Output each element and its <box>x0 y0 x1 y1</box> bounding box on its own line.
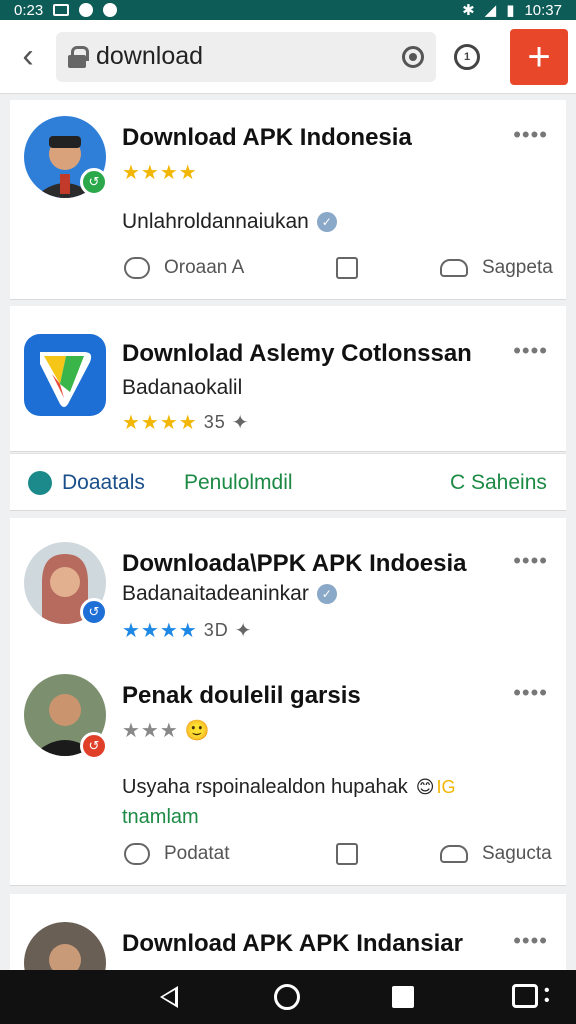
comment-label: Podatat <box>164 843 230 864</box>
tab-details[interactable]: Doaatals <box>28 471 145 495</box>
card-title[interactable]: Penak doulelil garsis <box>122 682 361 710</box>
star-rating: ★★★ <box>122 720 179 742</box>
more-options-icon[interactable]: •••• <box>513 122 548 148</box>
app-developer: Badanaokalil <box>122 376 243 399</box>
card-rating: ★★★ 🙂 <box>122 718 211 743</box>
verified-icon: ✓ <box>316 212 337 232</box>
card-title[interactable]: Download APK Indonesia <box>122 124 412 152</box>
add-button[interactable]: + <box>510 29 568 85</box>
status-time-right: 10:37 <box>524 1 562 19</box>
card-body-text: Unlahroldannaiukan <box>122 210 309 233</box>
share-icon <box>336 257 358 279</box>
like-label: Sagpeta <box>482 257 553 278</box>
tab-penulolmdil[interactable]: Penulolmdil <box>184 471 293 495</box>
app-notification-icon-2 <box>103 3 118 17</box>
search-query[interactable]: download <box>96 42 402 71</box>
back-arrow-icon[interactable]: ‹ <box>0 20 56 94</box>
navigation-bar: • • <box>0 970 576 1024</box>
more-options-icon[interactable]: •••• <box>513 680 548 706</box>
comment-action[interactable]: Oroaan A <box>124 257 244 279</box>
card-body: Unlahroldannaiukan ✓ <box>122 210 337 234</box>
share-icon <box>336 843 358 865</box>
tabs-counter-icon[interactable]: 1 <box>454 43 480 70</box>
like-action[interactable]: Sagucta <box>440 843 552 865</box>
verified-badge-icon: ↺ <box>80 598 108 626</box>
card-title[interactable]: Download APK APK Indansiar <box>122 930 463 958</box>
nav-recents-icon[interactable] <box>392 986 414 1008</box>
cloud-icon <box>440 259 468 277</box>
app-notification-icon <box>79 3 94 17</box>
card-subtitle-text: Badanaitadeaninkar <box>122 582 309 605</box>
add-star-icon[interactable]: ✦ <box>235 618 253 643</box>
result-card[interactable]: Download APK APK Indansiar •••• <box>10 894 566 1004</box>
card-body-text: Usyaha rspoinalealdon hupahak <box>122 776 408 798</box>
like-label: Sagucta <box>482 843 552 864</box>
add-star-icon[interactable]: ✦ <box>232 410 250 435</box>
top-bar: ‹ download 1 + <box>0 20 576 94</box>
nav-home-icon[interactable] <box>274 984 300 1010</box>
tab-saheins[interactable]: C Saheins <box>450 471 547 495</box>
chat-icon <box>28 471 52 495</box>
card-actions: Oroaan A Sagpeta <box>10 248 566 288</box>
verified-badge-icon: ↺ <box>80 732 108 760</box>
image-notification-icon <box>53 4 70 16</box>
star-rating: ★★★★ <box>122 412 198 434</box>
bluetooth-icon: ✱ <box>462 2 475 19</box>
search-input[interactable]: download <box>56 31 436 82</box>
rating-value: 3D <box>203 620 229 640</box>
record-icon[interactable] <box>402 45 424 68</box>
comment-label: Oroaan A <box>164 257 245 278</box>
body-suffix: IG <box>436 777 456 797</box>
share-action[interactable] <box>336 257 358 279</box>
share-action[interactable] <box>336 843 358 865</box>
app-rating: ★★★★ 35 ✦ <box>122 410 250 435</box>
status-bar: 0:23 ✱ ◢ ▮ 10:37 <box>0 0 576 20</box>
app-logo <box>24 334 106 416</box>
card-actions: Podatat Sagucta <box>10 834 566 874</box>
result-card[interactable]: ↺ Penak doulelil garsis ★★★ 🙂 •••• Usyah… <box>10 650 566 886</box>
result-card[interactable]: ↺ Downloada\PPK APK Indoesia Badanaitade… <box>10 518 566 650</box>
verified-icon: ✓ <box>316 584 337 604</box>
star-rating: ★★★★ <box>122 162 198 184</box>
wifi-icon: ◢ <box>484 2 497 19</box>
app-title[interactable]: Downlolad Aslemy Cotlonssan <box>122 340 472 368</box>
more-options-icon[interactable]: •••• <box>513 928 548 954</box>
cloud-icon <box>440 845 468 863</box>
signal-icon: ▮ <box>506 2 515 19</box>
lock-icon <box>68 45 89 68</box>
nav-back-icon[interactable] <box>160 986 178 1008</box>
tab-details-label: Doaatals <box>62 471 145 494</box>
status-time-left: 0:23 <box>14 1 44 19</box>
like-action[interactable]: Sagpeta <box>440 257 553 279</box>
tab-row: Doaatals Penulolmdil C Saheins <box>10 453 566 511</box>
comment-action[interactable]: Podatat <box>124 843 230 865</box>
app-card[interactable]: Downlolad Aslemy Cotlonssan Badanaokalil… <box>10 306 566 452</box>
emoji-icon: 😊 <box>415 777 435 797</box>
keyboard-icon[interactable] <box>512 984 538 1008</box>
emoji-icon: 🙂 <box>184 720 211 742</box>
card-rating: ★★★★ 3D ✦ <box>122 618 253 643</box>
comment-icon <box>124 257 150 279</box>
card-subtitle: Badanaitadeaninkar ✓ <box>122 582 337 606</box>
card-body-link[interactable]: tnamlam <box>122 806 199 829</box>
rating-value: 35 <box>203 412 226 432</box>
more-options-icon[interactable]: •••• <box>513 548 548 574</box>
card-title[interactable]: Downloada\PPK APK Indoesia <box>122 550 467 578</box>
more-options-icon[interactable]: •••• <box>513 338 548 364</box>
comment-icon <box>124 843 150 865</box>
star-rating: ★★★★ <box>122 620 198 642</box>
verified-badge-icon: ↺ <box>80 168 108 196</box>
more-dots-icon[interactable]: • • <box>544 983 550 1009</box>
result-card[interactable]: ↺ Download APK Indonesia ★★★★ •••• Unlah… <box>10 100 566 300</box>
card-body: Usyaha rspoinalealdon hupahak 😊 IG <box>122 776 456 799</box>
